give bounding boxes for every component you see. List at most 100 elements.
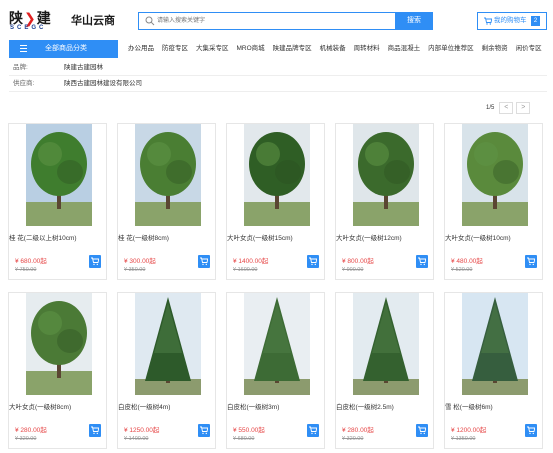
product-card[interactable]: 雪 松(一级树6m) ¥ 1200.00起 ¥ 1350.00 <box>444 292 543 449</box>
search-icon <box>145 16 155 26</box>
search-box: 搜索 <box>138 12 433 30</box>
cart-icon <box>309 426 317 435</box>
product-old-price: ¥ 350.00 <box>124 267 146 273</box>
product-image[interactable] <box>462 293 528 395</box>
product-card[interactable]: 白皮松(一级树3m) ¥ 550.00起 ¥ 680.00 <box>226 292 325 449</box>
product-name[interactable]: 大叶女贞(一级树8cm) <box>9 401 108 411</box>
logo-sub: SCEGC <box>10 25 47 31</box>
nav-item[interactable]: 内部单位推荐区 <box>424 40 478 58</box>
prev-page-button[interactable]: < <box>499 102 514 114</box>
add-to-cart-button[interactable] <box>198 424 210 437</box>
nav-item[interactable]: 周转材料 <box>350 40 384 58</box>
nav-item[interactable]: 剩余物资 <box>478 40 512 58</box>
nav-item[interactable]: 陕建品牌专区 <box>269 40 316 58</box>
add-to-cart-button[interactable] <box>525 255 537 268</box>
product-old-price: ¥ 680.00 <box>233 436 255 442</box>
filter-value[interactable]: 陕西古建园林建设有限公司 <box>64 76 142 92</box>
product-image[interactable] <box>26 293 92 395</box>
logo[interactable]: 陕❯建 SCEGC 华山云商 <box>9 8 115 36</box>
product-image[interactable] <box>135 293 201 395</box>
product-name[interactable]: 桂 花(一级树8cm) <box>118 232 217 242</box>
add-to-cart-button[interactable] <box>525 424 537 437</box>
product-image[interactable] <box>135 124 201 226</box>
product-name[interactable]: 桂 花(二级以上树10cm) <box>9 232 108 242</box>
product-name[interactable]: 大叶女贞(一级树12cm) <box>336 232 435 242</box>
filter-row-brand: 品牌: 陕建古建园林 <box>9 60 547 76</box>
cart-button[interactable]: 我的购物车 2 <box>477 12 547 30</box>
cart-icon <box>418 426 426 435</box>
product-card[interactable]: 大叶女贞(一级树10cm) ¥ 480.00起 ¥ 520.00 <box>444 123 543 280</box>
page-indicator: 1/5 <box>486 105 495 111</box>
product-price: ¥ 1250.00起 <box>124 427 160 434</box>
product-card[interactable]: 桂 花(一级树8cm) ¥ 300.00起 ¥ 350.00 <box>117 123 216 280</box>
all-categories-button[interactable]: 全部商品分类 <box>9 40 118 58</box>
filter-key: 供应商: <box>13 80 35 87</box>
product-image[interactable] <box>244 293 310 395</box>
product-card[interactable]: 大叶女贞(一级树8cm) ¥ 280.00起 ¥ 320.00 <box>8 292 107 449</box>
pager: 1/5 < > <box>486 102 533 114</box>
product-name[interactable]: 白皮松(一级树2.5m) <box>336 401 435 411</box>
nav-items: 办公用品 防疫专区 大集采专区 MRO商城 陕建品牌专区 机械装备 周转材料 商… <box>124 40 546 58</box>
product-old-price: ¥ 320.00 <box>15 436 37 442</box>
nav-item[interactable]: 大集采专区 <box>192 40 233 58</box>
product-price: ¥ 480.00起 <box>451 258 483 265</box>
product-image[interactable] <box>353 124 419 226</box>
add-to-cart-button[interactable] <box>307 424 319 437</box>
cart-icon <box>527 257 535 266</box>
product-name[interactable]: 白皮松(一级树3m) <box>227 401 326 411</box>
product-image[interactable] <box>462 124 528 226</box>
filter-row-supplier: 供应商: 陕西古建园林建设有限公司 <box>9 76 547 92</box>
product-price: ¥ 280.00起 <box>15 427 47 434</box>
add-to-cart-button[interactable] <box>198 255 210 268</box>
cart-icon <box>200 426 208 435</box>
cart-icon <box>527 426 535 435</box>
product-card[interactable]: 桂 花(二级以上树10cm) ¥ 680.00起 ¥ 750.00 <box>8 123 107 280</box>
next-page-button[interactable]: > <box>516 102 531 114</box>
filter-key: 品牌: <box>13 64 28 71</box>
filter-panel: 品牌: 陕建古建园林 供应商: 陕西古建园林建设有限公司 <box>9 60 547 92</box>
nav-item[interactable]: 防疫专区 <box>158 40 192 58</box>
product-old-price: ¥ 1350.00 <box>451 436 476 442</box>
add-to-cart-button[interactable] <box>89 424 101 437</box>
nav-item[interactable]: 办公用品 <box>124 40 158 58</box>
add-to-cart-button[interactable] <box>416 255 428 268</box>
product-name[interactable]: 雪 松(一级树6m) <box>445 401 544 411</box>
search-button[interactable]: 搜索 <box>395 12 433 30</box>
product-old-price: ¥ 900.00 <box>342 267 364 273</box>
product-card[interactable]: 白皮松(一级树4m) ¥ 1250.00起 ¥ 1400.00 <box>117 292 216 449</box>
product-price: ¥ 280.00起 <box>342 427 374 434</box>
menu-icon <box>20 45 27 53</box>
nav-item[interactable]: 商品混凝土 <box>384 40 425 58</box>
cart-label: 我的购物车 <box>494 17 527 24</box>
product-name[interactable]: 大叶女贞(一级树10cm) <box>445 232 544 242</box>
brand-name: 华山云商 <box>71 15 115 27</box>
product-grid: 桂 花(二级以上树10cm) ¥ 680.00起 ¥ 750.00 桂 花(一级 <box>8 123 548 449</box>
cart-icon <box>91 257 99 266</box>
nav-item[interactable]: 机械装备 <box>316 40 350 58</box>
product-price: ¥ 680.00起 <box>15 258 47 265</box>
filter-value[interactable]: 陕建古建园林 <box>64 60 103 76</box>
search-input[interactable] <box>157 14 387 28</box>
cart-count-badge: 2 <box>531 16 540 26</box>
add-to-cart-button[interactable] <box>307 255 319 268</box>
product-name[interactable]: 白皮松(一级树4m) <box>118 401 217 411</box>
add-to-cart-button[interactable] <box>89 255 101 268</box>
product-price: ¥ 800.00起 <box>342 258 374 265</box>
product-name[interactable]: 大叶女贞(一级树15cm) <box>227 232 326 242</box>
product-card[interactable]: 白皮松(一级树2.5m) ¥ 280.00起 ¥ 320.00 <box>335 292 434 449</box>
product-price: ¥ 1400.00起 <box>233 258 269 265</box>
product-image[interactable] <box>353 293 419 395</box>
product-old-price: ¥ 750.00 <box>15 267 37 273</box>
product-card[interactable]: 大叶女贞(一级树15cm) ¥ 1400.00起 ¥ 1600.00 <box>226 123 325 280</box>
cart-icon <box>200 257 208 266</box>
add-to-cart-button[interactable] <box>416 424 428 437</box>
product-old-price: ¥ 520.00 <box>451 267 473 273</box>
product-old-price: ¥ 1600.00 <box>233 267 258 273</box>
product-price: ¥ 550.00起 <box>233 427 265 434</box>
nav-item[interactable]: 闲价专区 <box>512 40 546 58</box>
product-image[interactable] <box>244 124 310 226</box>
nav-item[interactable]: MRO商城 <box>233 40 269 58</box>
product-image[interactable] <box>26 124 92 226</box>
product-card[interactable]: 大叶女贞(一级树12cm) ¥ 800.00起 ¥ 900.00 <box>335 123 434 280</box>
cart-icon <box>418 257 426 266</box>
